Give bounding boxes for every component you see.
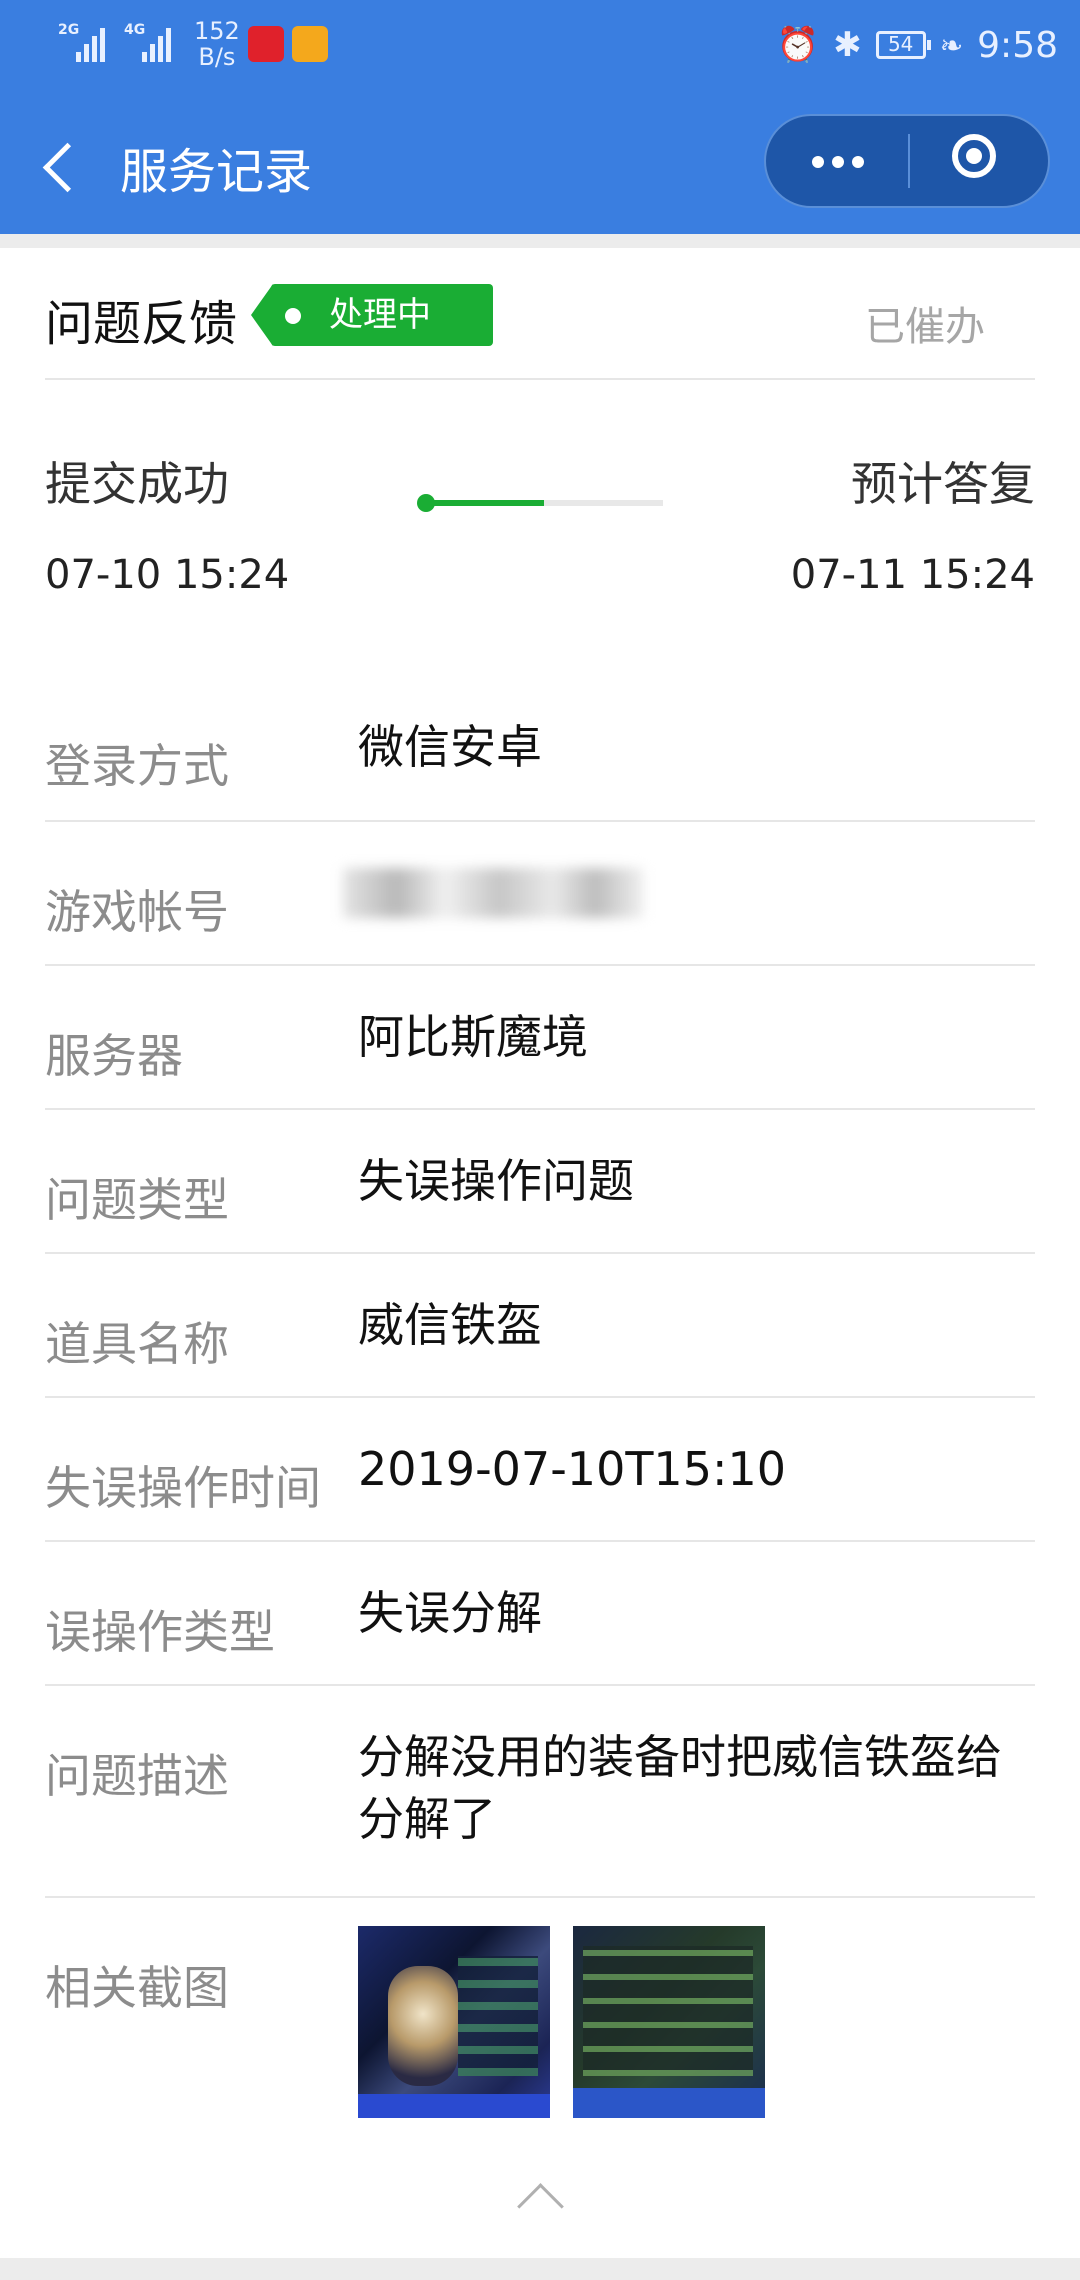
- netease-music-icon: [248, 26, 284, 62]
- chevron-up-icon[interactable]: [518, 2180, 562, 2224]
- detail-row-login: 登录方式 微信安卓: [45, 676, 1035, 822]
- progress-end-label: 预计答复: [851, 457, 1035, 511]
- screenshot-thumbnail[interactable]: [573, 1926, 765, 2118]
- detail-value: 微信安卓: [358, 720, 542, 774]
- detail-row-type: 问题类型 失误操作问题: [45, 1110, 1035, 1254]
- progress-fill: [425, 500, 544, 506]
- detail-label: 道具名称: [45, 1317, 229, 1371]
- clock: 9:58: [977, 24, 1058, 66]
- progress-start-label: 提交成功: [45, 457, 229, 511]
- redacted-account: [343, 868, 643, 918]
- detail-row-description: 问题描述 分解没用的装备时把威信铁盔给分解了: [45, 1686, 1035, 1898]
- detail-value: 阿比斯魔境: [358, 1010, 588, 1064]
- detail-row-time: 失误操作时间 2019-07-10T15:10: [45, 1398, 1035, 1542]
- bluetooth-icon: ✱: [833, 25, 862, 65]
- detail-value: 2019-07-10T15:10: [358, 1442, 786, 1496]
- detail-row-screenshots: 相关截图: [45, 1898, 1035, 2138]
- screenshot-thumbnail[interactable]: [358, 1926, 550, 2118]
- net-speed: 152 B/s: [194, 17, 240, 71]
- detail-value: 威信铁盔: [358, 1298, 542, 1352]
- detail-row-item: 道具名称 威信铁盔: [45, 1254, 1035, 1398]
- detail-value: 失误操作问题: [358, 1154, 634, 1208]
- urge-button[interactable]: 已催办: [865, 294, 985, 352]
- detail-value: 分解没用的装备时把威信铁盔给分解了: [358, 1730, 1002, 1846]
- ticket-title: 问题反馈: [45, 296, 238, 352]
- detail-label: 误操作类型: [45, 1605, 275, 1659]
- close-mini-program-icon[interactable]: [910, 116, 1050, 206]
- detail-value: 失误分解: [358, 1586, 542, 1640]
- detail-label: 问题描述: [45, 1749, 229, 1803]
- detail-row-account: 游戏帐号: [45, 822, 1035, 966]
- app-notification-icon: [292, 26, 328, 62]
- status-dot-icon: [285, 308, 301, 324]
- back-icon[interactable]: [36, 134, 86, 198]
- submit-time: 07-10 15:24: [45, 552, 290, 598]
- status-badge: 处理中: [251, 284, 493, 346]
- expected-reply-time: 07-11 15:24: [790, 552, 1035, 598]
- leaf-icon: ❧: [939, 28, 964, 62]
- detail-row-op-type: 误操作类型 失误分解: [45, 1542, 1035, 1686]
- more-icon[interactable]: [766, 116, 908, 206]
- header: 2G 4G 152 B/s ⏰ ✱ 54 ❧ 9:58 服务记录: [0, 0, 1080, 234]
- detail-label: 相关截图: [45, 1961, 229, 2015]
- status-right: ⏰ ✱ 54 ❧ 9:58: [777, 20, 1058, 70]
- detail-label: 问题类型: [45, 1173, 229, 1227]
- detail-row-server: 服务器 阿比斯魔境: [45, 966, 1035, 1110]
- battery-icon: 54: [875, 31, 931, 59]
- detail-label: 登录方式: [45, 739, 229, 793]
- nav-bar: 服务记录: [0, 100, 1080, 234]
- alarm-icon: ⏰: [776, 25, 820, 65]
- page-title: 服务记录: [120, 144, 313, 200]
- detail-label: 服务器: [45, 1029, 183, 1083]
- ticket-header: 问题反馈 处理中 已催办: [45, 248, 1035, 380]
- detail-label: 失误操作时间: [45, 1461, 321, 1515]
- mini-program-capsule: [764, 114, 1050, 208]
- detail-label: 游戏帐号: [45, 885, 229, 939]
- progress-bar: [417, 494, 663, 512]
- progress-section: 提交成功 预计答复 07-10 15:24 07-11 15:24: [45, 420, 1035, 620]
- status-bar: 2G 4G 152 B/s ⏰ ✱ 54 ❧ 9:58: [58, 17, 1058, 71]
- progress-start-dot: [417, 494, 435, 512]
